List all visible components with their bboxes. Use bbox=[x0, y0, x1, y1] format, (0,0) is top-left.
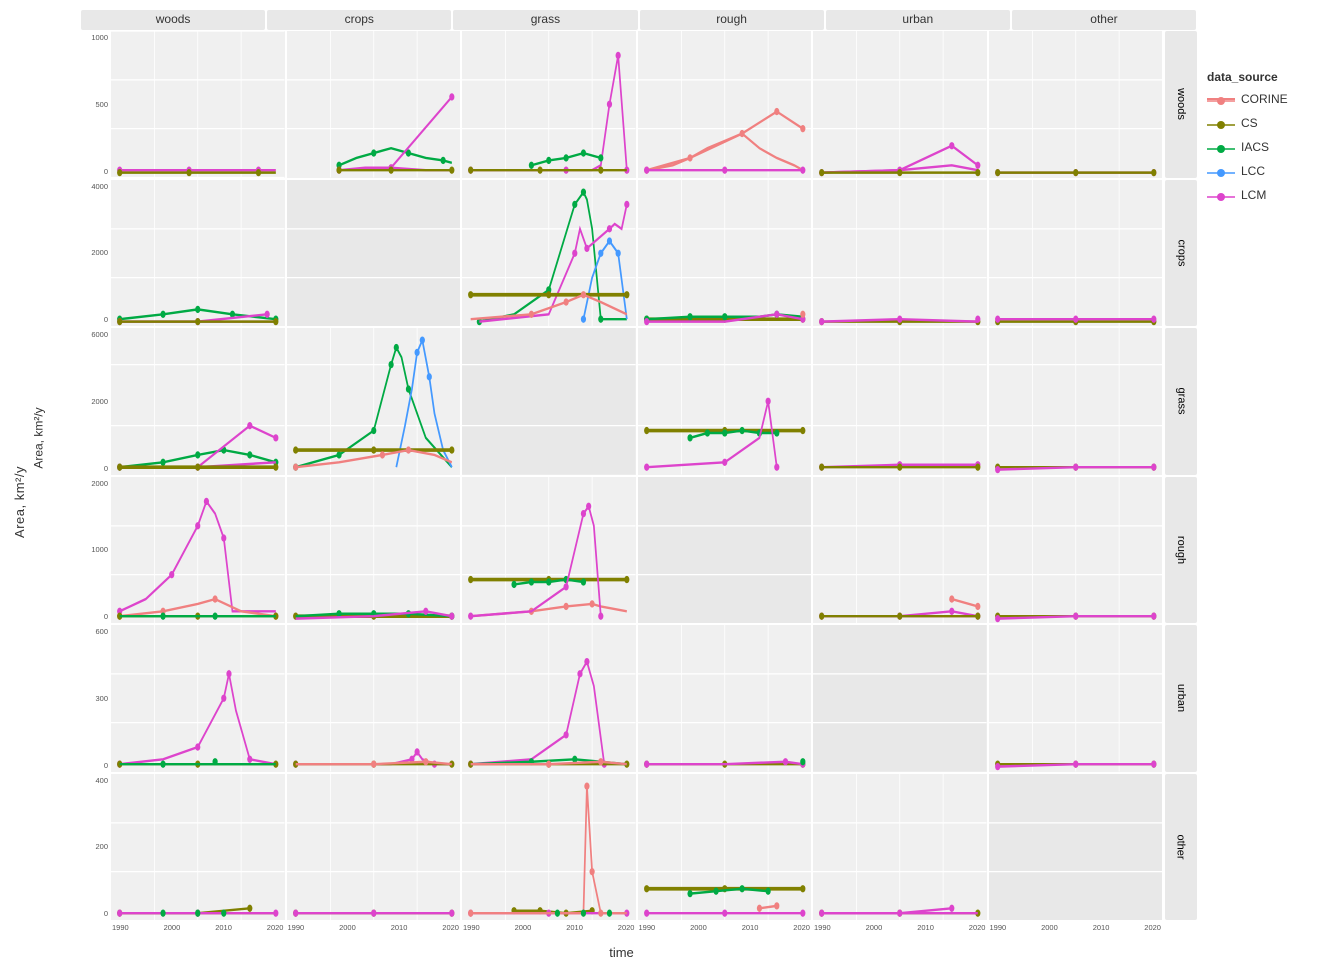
cell-woods-crops bbox=[111, 180, 285, 327]
cell-other-urban bbox=[989, 625, 1163, 772]
cell-urban-urban bbox=[813, 625, 987, 772]
y-ticks-crops: 4000 2000 0 bbox=[80, 180, 110, 327]
row-header-urban: urban bbox=[1165, 625, 1197, 772]
cell-urban-other bbox=[813, 774, 987, 921]
col-header-woods: woods bbox=[81, 10, 265, 30]
cell-other-grass bbox=[989, 328, 1163, 475]
row-rough: 2000 1000 0 bbox=[80, 477, 1197, 624]
legend-label-cs: CS bbox=[1241, 116, 1258, 130]
cell-urban-rough bbox=[813, 477, 987, 624]
cells-grass bbox=[110, 328, 1163, 475]
cell-woods-woods bbox=[111, 31, 285, 178]
cell-grass-rough bbox=[462, 477, 636, 624]
row-header-rough: rough bbox=[1165, 477, 1197, 624]
cell-crops-crops bbox=[287, 180, 461, 327]
cell-urban-woods bbox=[813, 31, 987, 178]
cell-rough-urban bbox=[638, 625, 812, 772]
main-grid: 1000 500 0 bbox=[80, 30, 1197, 921]
x-ticks-2: 1990200020102020 bbox=[286, 923, 462, 943]
cell-crops-other bbox=[287, 774, 461, 921]
cell-crops-woods bbox=[287, 31, 461, 178]
cell-other-woods bbox=[989, 31, 1163, 178]
row-header-woods: woods bbox=[1165, 31, 1197, 178]
cell-rough-woods bbox=[638, 31, 812, 178]
y-ticks-urban: 600 300 0 bbox=[80, 625, 110, 772]
y-ticks-woods: 1000 500 0 bbox=[80, 31, 110, 178]
y-axis-label: Area, km²/y bbox=[32, 407, 46, 468]
row-woods: 1000 500 0 bbox=[80, 31, 1197, 178]
x-ticks-4: 1990200020102020 bbox=[637, 923, 813, 943]
legend-area: data_source CORINE CS bbox=[1199, 10, 1344, 960]
cell-crops-urban bbox=[287, 625, 461, 772]
row-other: 400 200 0 bbox=[80, 774, 1197, 921]
cell-woods-other bbox=[111, 774, 285, 921]
cells-woods bbox=[110, 31, 1163, 178]
legend-line-lcc bbox=[1207, 170, 1235, 172]
legend-label-corine: CORINE bbox=[1241, 92, 1288, 106]
cell-rough-other bbox=[638, 774, 812, 921]
y-ticks-rough: 2000 1000 0 bbox=[80, 477, 110, 624]
legend-label-lcc: LCC bbox=[1241, 164, 1265, 178]
cell-urban-crops bbox=[813, 180, 987, 327]
legend-title: data_source bbox=[1207, 70, 1336, 84]
row-grass: 6000 2000 0 bbox=[80, 328, 1197, 475]
plot-area: Area, km²/y woods crops grass rough urba… bbox=[0, 10, 1199, 960]
cell-rough-rough bbox=[638, 477, 812, 624]
cell-woods-grass bbox=[111, 328, 285, 475]
cell-other-rough bbox=[989, 477, 1163, 624]
y-axis-label-rotated: Area, km²/y bbox=[12, 466, 27, 538]
col-header-grass: grass bbox=[453, 10, 637, 30]
legend-line-lcm bbox=[1207, 194, 1235, 196]
row-header-other: other bbox=[1165, 774, 1197, 921]
col-header-rough: rough bbox=[640, 10, 824, 30]
row-header-grass: grass bbox=[1165, 328, 1197, 475]
legend-line-iacs bbox=[1207, 146, 1235, 148]
row-urban: 600 300 0 bbox=[80, 625, 1197, 772]
legend-label-iacs: IACS bbox=[1241, 140, 1269, 154]
legend-line-corine bbox=[1207, 98, 1235, 100]
cells-urban bbox=[110, 625, 1163, 772]
cell-grass-crops bbox=[462, 180, 636, 327]
legend-item-lcc: LCC bbox=[1207, 164, 1336, 178]
y-ticks-grass: 6000 2000 0 bbox=[80, 328, 110, 475]
legend-item-corine: CORINE bbox=[1207, 92, 1336, 106]
cell-rough-grass bbox=[638, 328, 812, 475]
cell-grass-grass bbox=[462, 328, 636, 475]
cell-woods-rough bbox=[111, 477, 285, 624]
cell-grass-urban bbox=[462, 625, 636, 772]
cell-woods-urban bbox=[111, 625, 285, 772]
cells-other bbox=[110, 774, 1163, 921]
legend-item-cs: CS bbox=[1207, 116, 1336, 130]
cell-rough-crops bbox=[638, 180, 812, 327]
cell-crops-rough bbox=[287, 477, 461, 624]
cell-other-other bbox=[989, 774, 1163, 921]
legend-item-iacs: IACS bbox=[1207, 140, 1336, 154]
x-axis-ticks: 1990200020102020 1990200020102020 199020… bbox=[110, 923, 1163, 943]
row-header-crops: crops bbox=[1165, 180, 1197, 327]
cells-rough bbox=[110, 477, 1163, 624]
cells-crops bbox=[110, 180, 1163, 327]
x-ticks-6: 1990200020102020 bbox=[988, 923, 1164, 943]
cell-grass-woods bbox=[462, 31, 636, 178]
x-axis-label: time bbox=[80, 945, 1163, 960]
x-ticks-1: 1990200020102020 bbox=[110, 923, 286, 943]
x-ticks-5: 1990200020102020 bbox=[812, 923, 988, 943]
chart-container: Area, km²/y woods crops grass rough urba… bbox=[0, 0, 1344, 960]
row-crops: 4000 2000 0 bbox=[80, 180, 1197, 327]
legend-line-cs bbox=[1207, 122, 1235, 124]
cell-urban-grass bbox=[813, 328, 987, 475]
x-ticks-3: 1990200020102020 bbox=[461, 923, 637, 943]
col-header-other: other bbox=[1012, 10, 1196, 30]
legend-label-lcm: LCM bbox=[1241, 188, 1266, 202]
col-header-urban: urban bbox=[826, 10, 1010, 30]
legend-item-lcm: LCM bbox=[1207, 188, 1336, 202]
cell-crops-grass bbox=[287, 328, 461, 475]
y-ticks-other: 400 200 0 bbox=[80, 774, 110, 921]
col-headers: woods crops grass rough urban other bbox=[80, 10, 1197, 30]
cell-grass-other bbox=[462, 774, 636, 921]
cell-other-crops bbox=[989, 180, 1163, 327]
col-header-crops: crops bbox=[267, 10, 451, 30]
